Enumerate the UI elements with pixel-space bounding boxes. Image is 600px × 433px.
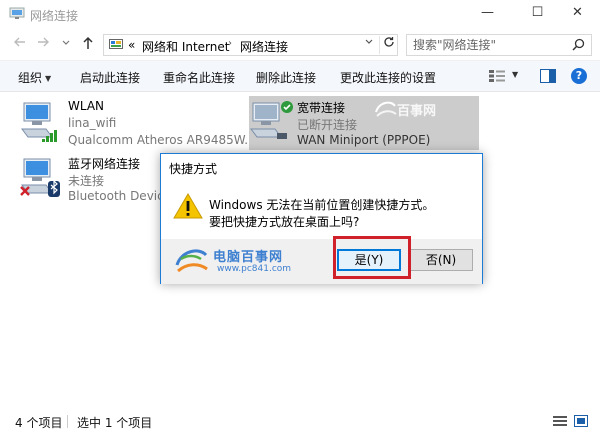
status-item-count: 4 个项目: [15, 416, 63, 430]
search-icon: [572, 38, 585, 51]
delete-connection-button[interactable]: 删除此连接: [256, 69, 316, 86]
change-settings-button[interactable]: 更改此连接的设置: [340, 69, 436, 86]
minimize-button[interactable]: —: [465, 0, 510, 28]
refresh-icon: [383, 37, 394, 47]
forward-arrow-icon: [38, 37, 49, 47]
recent-locations-button[interactable]: [56, 35, 76, 55]
network-folder-icon: [9, 7, 25, 19]
watermark-name: 电脑百事网: [213, 250, 284, 265]
command-bar: 组织 ▼ 启动此连接 重命名此连接 删除此连接 更改此连接的设置 ▼ ?: [0, 60, 600, 92]
search-input[interactable]: [413, 38, 563, 52]
help-button[interactable]: ?: [571, 68, 587, 84]
status-divider: [67, 415, 68, 428]
watermark-top-text: 百事网: [397, 104, 437, 119]
up-arrow-icon: [83, 36, 93, 49]
address-dropdown[interactable]: [365, 38, 373, 49]
title-bar: 网络连接 — ☐ ✕: [0, 0, 600, 30]
rename-connection-button[interactable]: 重命名此连接: [163, 69, 235, 86]
dialog-message-line2: 要把快捷方式放在桌面上吗?: [209, 215, 360, 229]
watermark-url: www.pc841.com: [217, 264, 292, 274]
address-bar[interactable]: « 网络和 Internet › 网络连接: [103, 34, 398, 56]
window-title: 网络连接: [30, 9, 79, 23]
close-button[interactable]: ✕: [555, 0, 600, 28]
watermark-logo-icon: [175, 249, 208, 273]
watermark-logo-top: 百事网: [373, 98, 453, 122]
connection-status: lina_wifi: [68, 116, 117, 130]
connection-item-broadband[interactable]: 宽带连接 已断开连接 WAN Miniport (PPPOE) 百事网: [249, 96, 479, 150]
status-bar: 4 个项目 选中 1 个项目: [0, 410, 600, 433]
maximize-button[interactable]: ☐: [515, 0, 560, 28]
warning-icon: [173, 193, 203, 219]
shortcut-dialog: 快捷方式 Windows 无法在当前位置创建快捷方式。 要把快捷方式放在桌面上吗…: [160, 153, 483, 284]
watermark-swirl-icon: [375, 101, 397, 117]
chevron-down-icon: [365, 39, 373, 44]
connection-status: 未连接: [68, 174, 105, 188]
connection-name: WLAN: [68, 99, 105, 113]
back-arrow-icon: [14, 37, 25, 47]
large-icons-view-icon[interactable]: [574, 415, 588, 427]
forward-button[interactable]: [33, 35, 53, 55]
navigation-bar: « 网络和 Internet › 网络连接: [0, 30, 600, 60]
back-button[interactable]: [10, 35, 30, 55]
breadcrumb-network-internet[interactable]: 网络和 Internet: [142, 38, 229, 55]
dialog-message-line1: Windows 无法在当前位置创建快捷方式。: [209, 198, 435, 212]
bluetooth-adapter-icon: [20, 158, 60, 197]
connection-device: Qualcomm Atheros AR9485W...: [68, 133, 256, 147]
control-panel-icon: [109, 39, 123, 49]
organize-menu[interactable]: 组织 ▼: [18, 69, 51, 86]
enable-connection-button[interactable]: 启动此连接: [80, 69, 140, 86]
up-button[interactable]: [78, 35, 98, 55]
no-button[interactable]: 否(N): [409, 249, 473, 271]
organize-label: 组织: [18, 71, 43, 85]
details-view-icon[interactable]: [553, 415, 567, 427]
chevron-down-icon: [62, 40, 70, 45]
breadcrumb-separator[interactable]: ›: [228, 38, 232, 49]
connection-name: 蓝牙网络连接: [68, 157, 141, 171]
annotation-highlight-box: [333, 236, 411, 279]
dialog-title: 快捷方式: [169, 162, 218, 176]
connection-status: 已断开连接: [297, 118, 358, 132]
dialog-body: Windows 无法在当前位置创建快捷方式。 要把快捷方式放在桌面上吗?: [161, 182, 482, 242]
broadband-adapter-icon: [250, 101, 293, 139]
address-overflow[interactable]: «: [128, 38, 135, 52]
search-box[interactable]: [406, 34, 592, 56]
view-options-icon[interactable]: [488, 69, 506, 83]
connection-name: 宽带连接: [297, 101, 346, 115]
connection-device: Bluetooth Device: [68, 189, 172, 203]
refresh-button[interactable]: [379, 36, 397, 54]
status-selected-count: 选中 1 个项目: [77, 416, 153, 430]
chevron-down-icon: ▼: [45, 74, 52, 83]
dialog-footer: 电脑百事网 www.pc841.com 是(Y) 否(N): [161, 239, 482, 284]
connection-item-wlan[interactable]: WLAN lina_wifi Qualcomm Atheros AR9485W.…: [20, 99, 256, 149]
view-dropdown-icon[interactable]: ▼: [512, 70, 518, 79]
connection-device: WAN Miniport (PPPOE): [297, 133, 431, 147]
breadcrumb-network-connections[interactable]: 网络连接: [240, 38, 288, 55]
preview-pane-icon[interactable]: [540, 69, 556, 83]
wifi-adapter-icon: [21, 102, 57, 142]
